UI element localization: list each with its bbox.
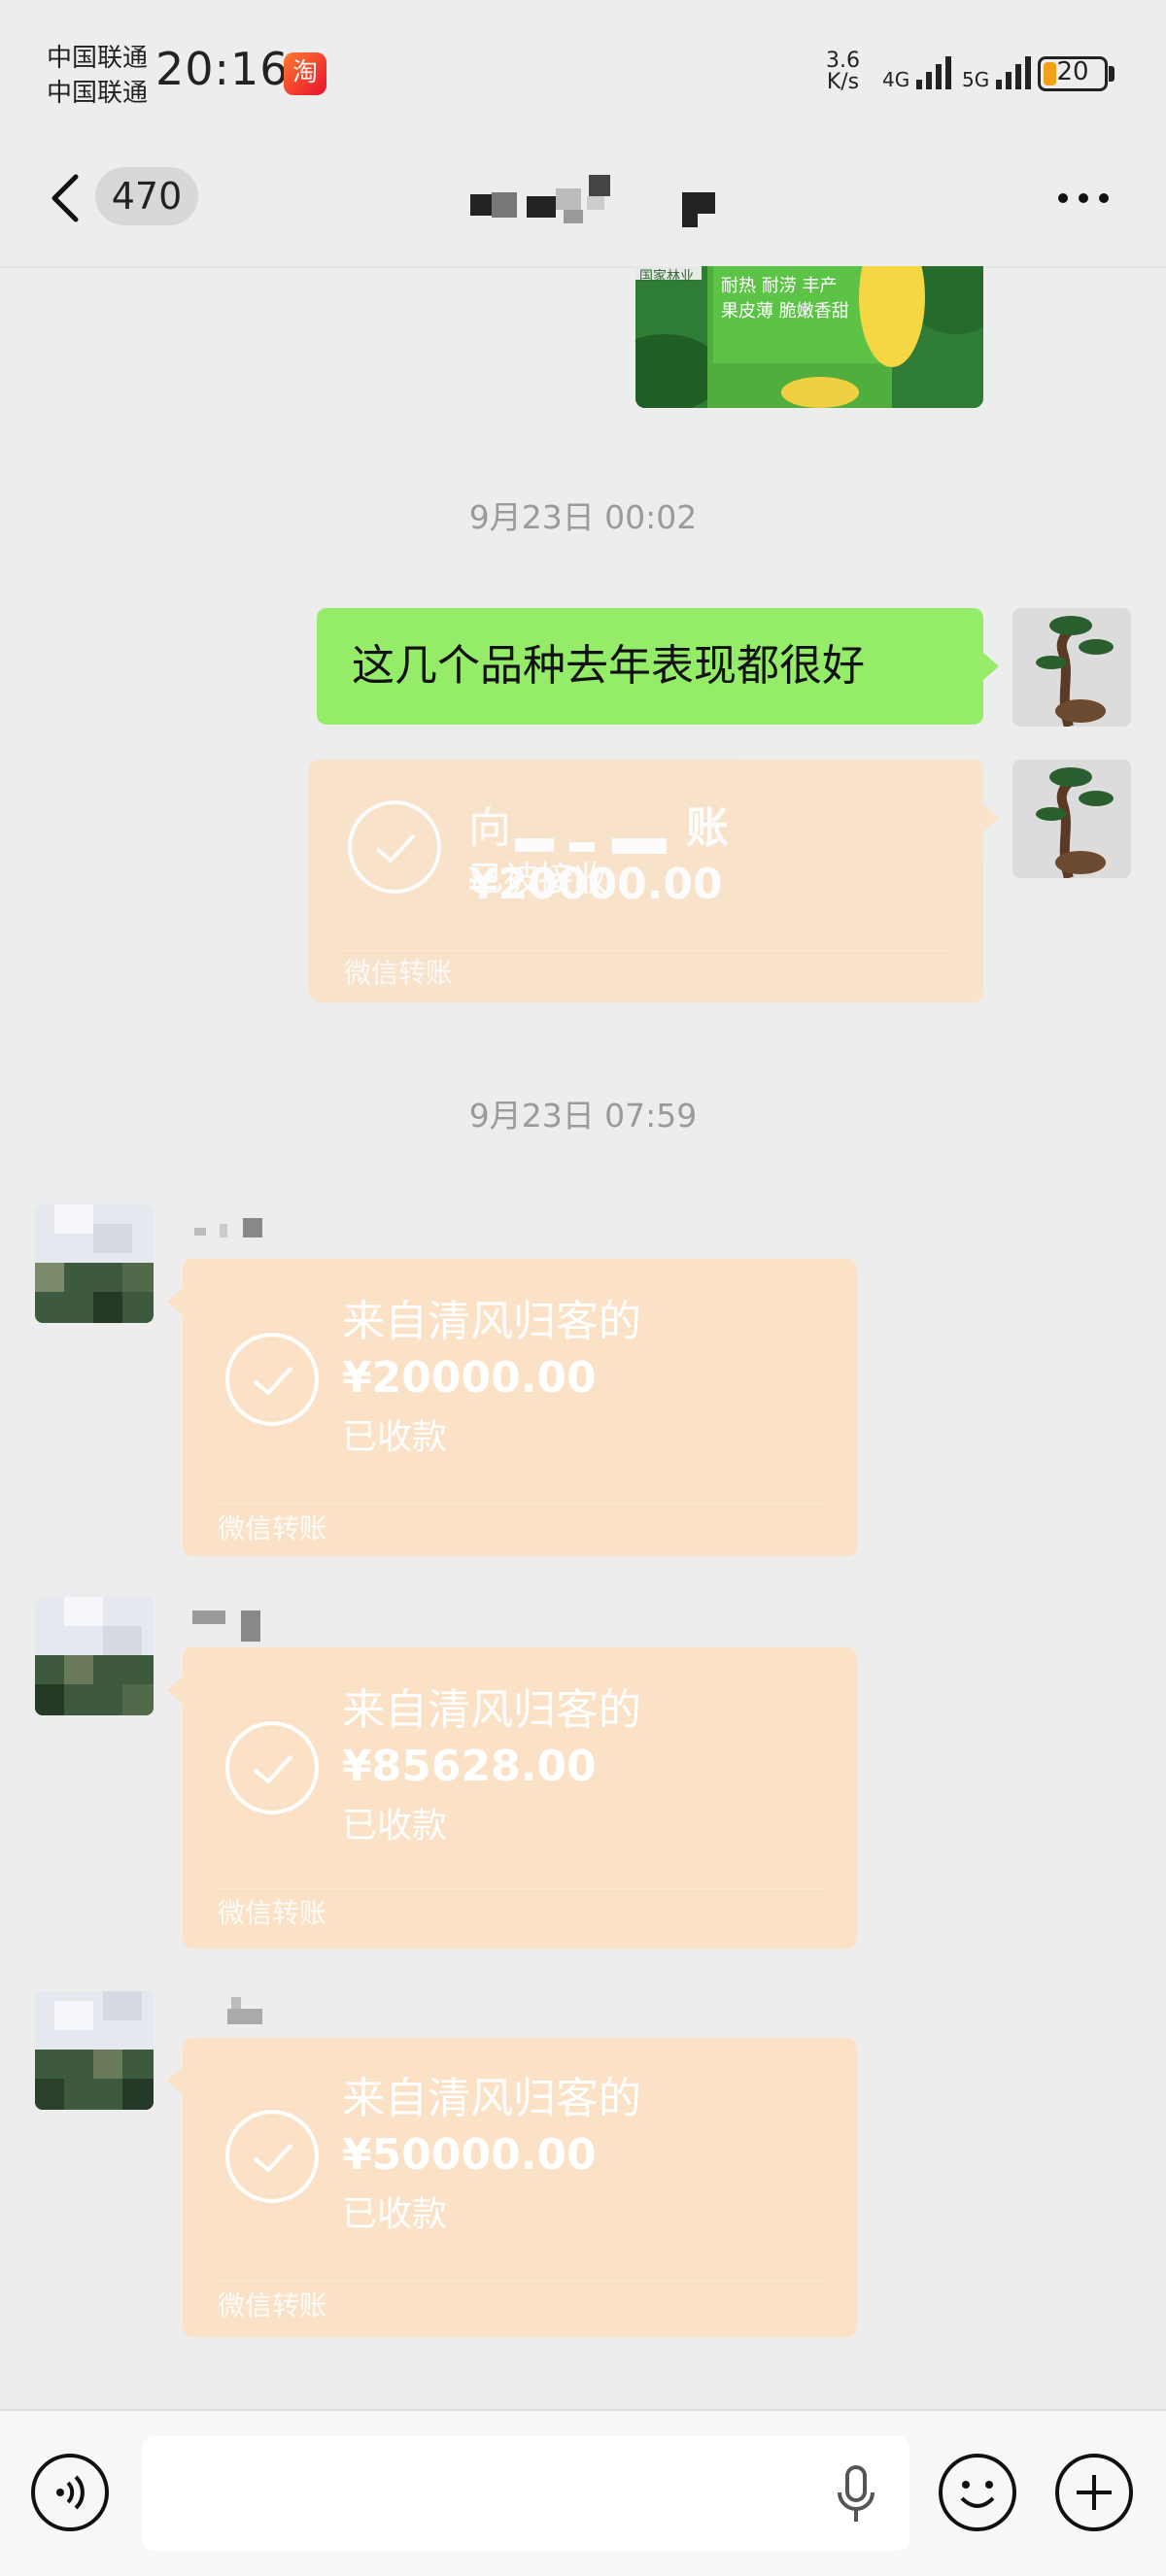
- check-circle-icon: [225, 1333, 319, 1426]
- card-divider: [216, 2281, 824, 2282]
- card-divider: [216, 1888, 824, 1889]
- check-circle-icon: [225, 1721, 319, 1814]
- transfer-title: 来自清风归客的: [342, 1297, 641, 1346]
- transfer-footer: 微信转账: [218, 1512, 327, 1544]
- sender-name-pixelated: [194, 1216, 272, 1243]
- battery-tip: [1109, 66, 1115, 82]
- transfer-status: 已收款: [342, 1417, 448, 1457]
- incoming-transfer-card[interactable]: 来自清风归客的 ¥85628.00 已收款 微信转账: [183, 1647, 857, 1949]
- transfer-amount: ¥85628.00: [342, 1742, 597, 1791]
- transfer-title-prefix: 向: [468, 803, 511, 853]
- bubble-tail: [167, 1677, 183, 1704]
- taobao-app-icon: 淘: [284, 52, 326, 95]
- contact-avatar-pixelated[interactable]: [35, 1204, 154, 1323]
- battery-level: 20: [1056, 57, 1089, 86]
- card-divider: [342, 950, 950, 951]
- check-circle-icon: [225, 2110, 319, 2203]
- my-avatar[interactable]: [1012, 608, 1131, 727]
- message-input[interactable]: [142, 2436, 909, 2551]
- transfer-status: 已收款: [342, 2194, 448, 2234]
- contact-avatar-pixelated[interactable]: [35, 1597, 154, 1715]
- nav-divider: [0, 266, 1166, 268]
- transfer-title: 来自清风归客的: [342, 1685, 641, 1735]
- image-caption: 耐热 耐涝 丰产 果皮薄 脆嫩香甜: [721, 274, 849, 324]
- incoming-transfer-card[interactable]: 来自清风归客的 ¥20000.00 已收款 微信转账: [183, 1259, 857, 1556]
- image-caption-line-1: 耐热 耐涝 丰产: [721, 276, 838, 296]
- more-options-icon[interactable]: [1049, 175, 1117, 221]
- check-circle-icon: [348, 800, 441, 894]
- transfer-footer: 微信转账: [344, 957, 454, 989]
- emoji-icon[interactable]: [939, 2454, 1016, 2531]
- timestamp: 9月23日 07:59: [468, 1097, 698, 1135]
- bubble-tail: [983, 653, 999, 680]
- signal-4g-icon: 4G: [882, 52, 957, 91]
- carrier-1: 中国联通: [47, 44, 149, 73]
- add-plus-icon[interactable]: [1055, 2454, 1133, 2531]
- transfer-footer: 微信转账: [218, 2289, 327, 2322]
- transfer-amount: ¥20000.00: [342, 1353, 597, 1403]
- redacted-name: [511, 816, 686, 854]
- battery-icon: 20: [1038, 56, 1108, 91]
- transfer-footer: 微信转账: [218, 1897, 327, 1929]
- transfer-status: 已收款: [342, 1806, 448, 1846]
- image-caption-line-2: 果皮薄 脆嫩香甜: [721, 301, 849, 322]
- image-brand-label: 国家林业: [639, 269, 694, 285]
- bubble-tail: [167, 2067, 183, 2094]
- transfer-amount: ¥50000.00: [342, 2130, 597, 2180]
- unread-count-badge[interactable]: 470: [95, 167, 198, 225]
- outgoing-transfer-card[interactable]: 向账¥20000.00 已被接收 微信转账: [309, 760, 983, 1002]
- sent-text-bubble[interactable]: 这几个品种去年表现都很好: [317, 608, 983, 725]
- network-speed-unit: K/s: [826, 70, 860, 94]
- incoming-transfer-card[interactable]: 来自清风归客的 ¥50000.00 已收款 微信转账: [183, 2038, 857, 2337]
- carrier-2: 中国联通: [47, 79, 149, 108]
- status-bar: 中国联通 中国联通 20:16 淘 3.6 K/s 4G 5G 20: [0, 0, 1166, 146]
- timestamp: 9月23日 00:02: [468, 498, 698, 536]
- image-message[interactable]: 国家林业 耐热 耐涝 丰产 果皮薄 脆嫩香甜: [635, 266, 983, 408]
- transfer-title: 来自清风归客的: [342, 2074, 641, 2123]
- bubble-tail: [983, 804, 999, 831]
- my-avatar[interactable]: [1012, 760, 1131, 878]
- sender-name-pixelated: [192, 1605, 270, 1644]
- carrier-labels: 中国联通 中国联通: [47, 41, 148, 111]
- voice-mode-icon[interactable]: [31, 2454, 109, 2531]
- back-icon[interactable]: [43, 167, 91, 229]
- network-speed: 3.6 K/s: [826, 51, 860, 93]
- bubble-tail: [167, 1288, 183, 1315]
- network-speed-value: 3.6: [826, 49, 860, 73]
- signal-5g-icon: 5G: [962, 52, 1037, 91]
- chat-title-pixelated: [466, 175, 719, 233]
- clock: 20:16: [155, 43, 290, 95]
- contact-avatar-pixelated[interactable]: [35, 1991, 154, 2110]
- microphone-icon[interactable]: [832, 2463, 880, 2525]
- card-divider: [216, 1504, 824, 1505]
- transfer-status: 已被接收: [468, 860, 609, 899]
- sender-name-pixelated: [223, 1993, 272, 2028]
